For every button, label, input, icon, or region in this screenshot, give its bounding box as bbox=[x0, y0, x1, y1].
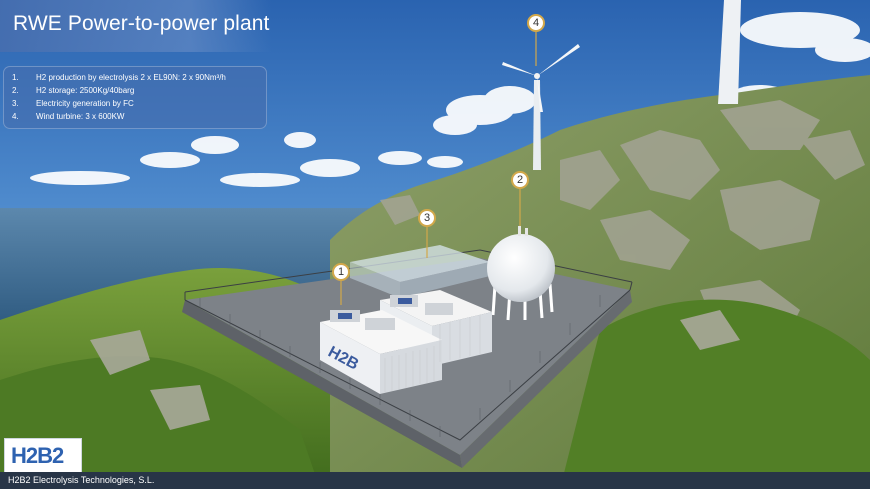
footer-text: H2B2 Electrolysis Technologies, S.L. bbox=[8, 475, 155, 485]
spec-item: 4. Wind turbine: 3 x 600KW bbox=[12, 112, 125, 121]
spec-item: 3. Electricity generation by FC bbox=[12, 99, 134, 108]
marker-1: 1 bbox=[332, 263, 350, 281]
marker-4: 4 bbox=[527, 14, 545, 32]
spec-item: 1. H2 production by electrolysis 2 x EL90… bbox=[12, 73, 226, 82]
marker-3: 3 bbox=[418, 209, 436, 227]
footer-bar: H2B2 Electrolysis Technologies, S.L. bbox=[0, 472, 870, 489]
page-title: RWE Power-to-power plant bbox=[13, 12, 270, 35]
spec-item: 2. H2 storage: 2500Kg/40barg bbox=[12, 86, 135, 95]
specs-panel: 1. H2 production by electrolysis 2 x EL90… bbox=[3, 66, 267, 129]
logo-text: H2B2 bbox=[11, 443, 64, 468]
logo: H2B2 bbox=[4, 438, 82, 474]
marker-2: 2 bbox=[511, 171, 529, 189]
